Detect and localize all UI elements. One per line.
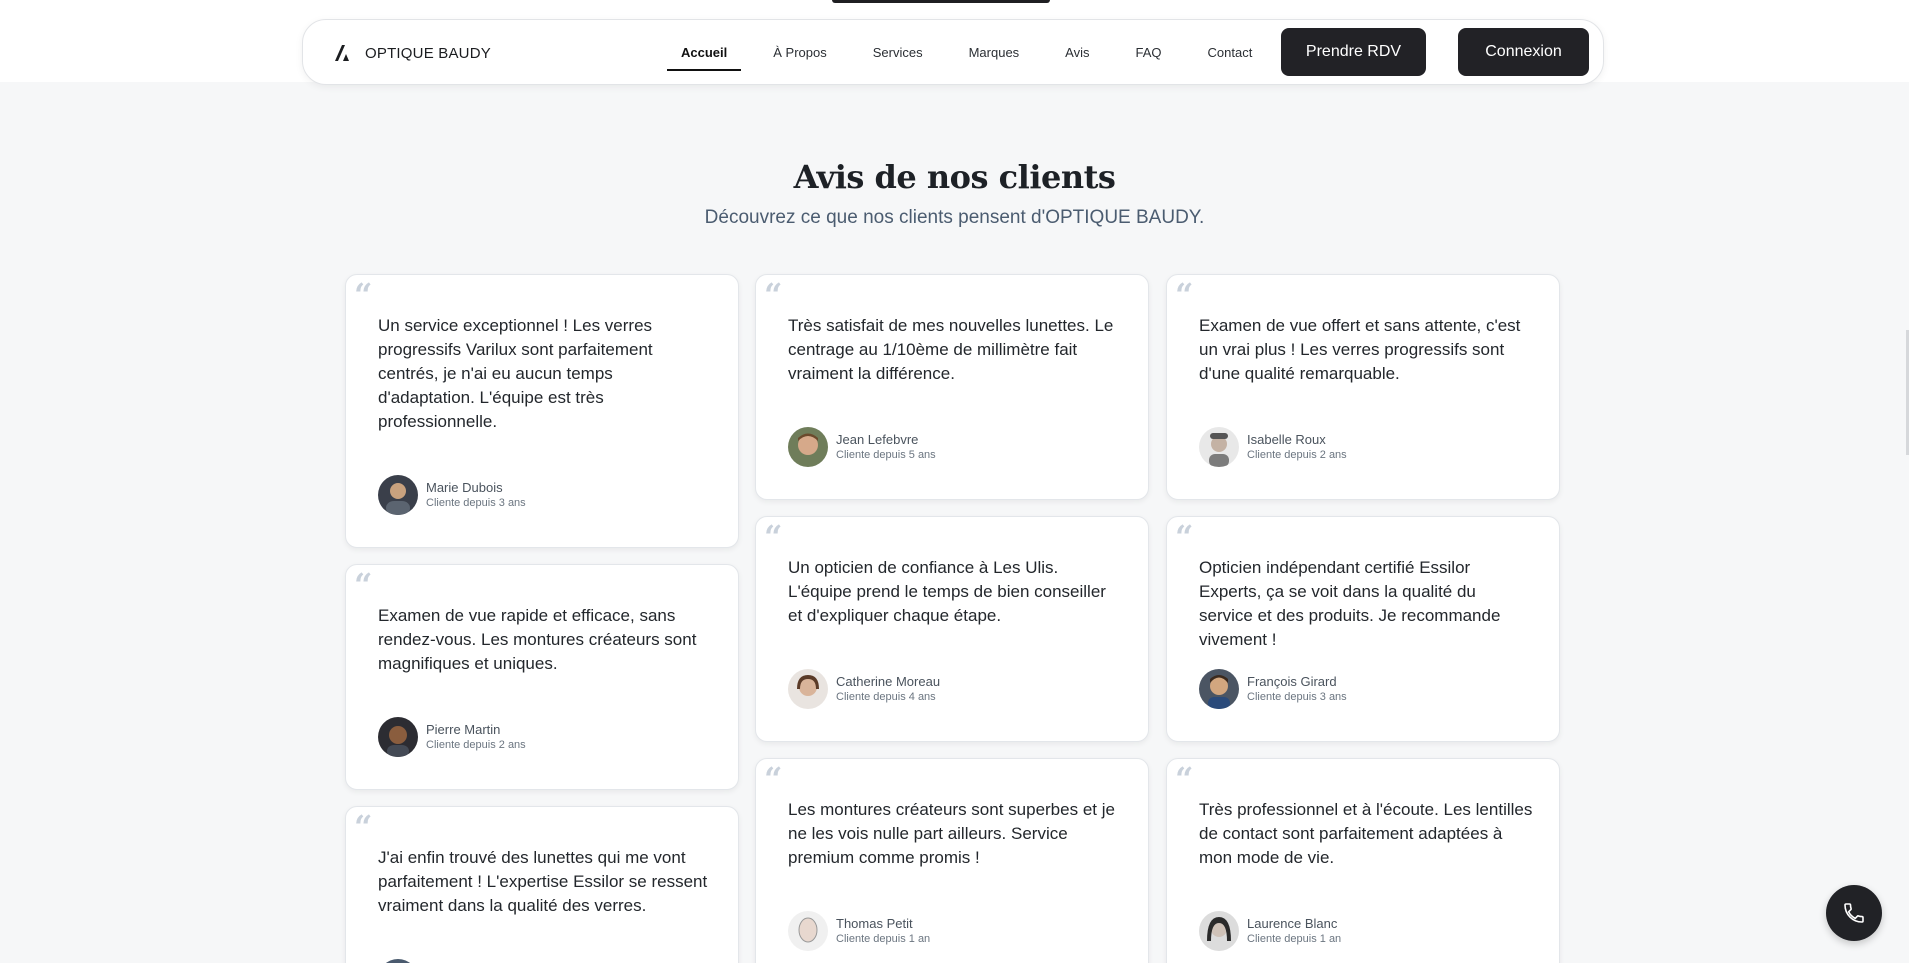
review-card: “ Les montures créateurs sont superbes e… bbox=[755, 758, 1149, 963]
quote-icon: “ bbox=[1175, 518, 1194, 556]
quote-icon: “ bbox=[354, 808, 373, 846]
author-since: Cliente depuis 3 ans bbox=[426, 496, 526, 509]
optique-logo-icon bbox=[335, 45, 349, 61]
nav-link-services[interactable]: Services bbox=[850, 20, 946, 86]
review-text: Un opticien de confiance à Les Ulis. L'é… bbox=[788, 558, 1106, 625]
review-card: “ Opticien indépendant certifié Essilor … bbox=[1166, 516, 1560, 742]
review-text: Les montures créateurs sont superbes et … bbox=[788, 800, 1115, 867]
review-text: Très professionnel et à l'écoute. Les le… bbox=[1199, 800, 1533, 867]
author-since: Cliente depuis 3 ans bbox=[1247, 690, 1347, 703]
avatar bbox=[1199, 427, 1239, 467]
avatar bbox=[378, 717, 418, 757]
section-subtitle: Découvrez ce que nos clients pensent d'O… bbox=[704, 207, 1205, 228]
author-since: Cliente depuis 2 ans bbox=[426, 738, 526, 751]
nav-link-avis[interactable]: Avis bbox=[1042, 20, 1112, 86]
review-author: François Girard Cliente depuis 3 ans bbox=[1199, 669, 1347, 709]
author-since: Cliente depuis 4 ans bbox=[836, 690, 936, 703]
review-author bbox=[378, 959, 418, 963]
author-name: Laurence Blanc bbox=[1247, 915, 1338, 931]
quote-icon: “ bbox=[1175, 760, 1194, 798]
call-button[interactable] bbox=[1826, 885, 1882, 941]
avatar bbox=[788, 911, 828, 951]
review-text: Un service exceptionnel ! Les verres pro… bbox=[378, 316, 653, 431]
author-name: Isabelle Roux bbox=[1247, 431, 1326, 447]
brand[interactable]: OPTIQUE BAUDY bbox=[333, 20, 491, 86]
book-appointment-button[interactable]: Prendre RDV bbox=[1281, 28, 1426, 76]
nav-link-marques[interactable]: Marques bbox=[946, 20, 1043, 86]
phone-icon bbox=[1844, 903, 1864, 923]
quote-icon: “ bbox=[1175, 276, 1194, 314]
author-name: Catherine Moreau bbox=[836, 673, 941, 689]
login-button[interactable]: Connexion bbox=[1458, 28, 1589, 76]
review-card: “ Examen de vue rapide et efficace, sans… bbox=[345, 564, 739, 790]
nav-link-faq[interactable]: FAQ bbox=[1113, 20, 1185, 86]
review-text: J'ai enfin trouvé des lunettes qui me vo… bbox=[378, 848, 708, 915]
author-name: François Girard bbox=[1247, 673, 1337, 689]
author-name: Thomas Petit bbox=[836, 915, 913, 931]
avatar bbox=[788, 669, 828, 709]
review-card: “ Très satisfait de mes nouvelles lunett… bbox=[755, 274, 1149, 500]
avatar bbox=[378, 959, 418, 963]
author-name: Jean Lefebvre bbox=[836, 431, 919, 447]
review-text: Examen de vue offert et sans attente, c'… bbox=[1199, 316, 1521, 383]
quote-icon: “ bbox=[764, 518, 783, 556]
review-card: “ J'ai enfin trouvé des lunettes qui me … bbox=[345, 806, 739, 963]
section-title: Avis de nos clients bbox=[793, 158, 1116, 196]
quote-icon: “ bbox=[764, 276, 783, 314]
review-author: Jean Lefebvre Cliente depuis 5 ans bbox=[788, 427, 936, 467]
review-author: Isabelle Roux Cliente depuis 2 ans bbox=[1199, 427, 1347, 467]
quote-icon: “ bbox=[764, 760, 783, 798]
review-card: “ Très professionnel et à l'écoute. Les … bbox=[1166, 758, 1560, 963]
author-name: Pierre Martin bbox=[426, 721, 501, 737]
review-author: Laurence Blanc Cliente depuis 1 an bbox=[1199, 911, 1341, 951]
avatar bbox=[1199, 911, 1239, 951]
avatar bbox=[1199, 669, 1239, 709]
quote-icon: “ bbox=[354, 566, 373, 604]
review-card: “ Un opticien de confiance à Les Ulis. L… bbox=[755, 516, 1149, 742]
author-since: Cliente depuis 2 ans bbox=[1247, 448, 1347, 461]
author-since: Cliente depuis 5 ans bbox=[836, 448, 936, 461]
nav-link-a-propos[interactable]: À Propos bbox=[750, 20, 849, 86]
review-card: “ Un service exceptionnel ! Les verres p… bbox=[345, 274, 739, 548]
review-text: Examen de vue rapide et efficace, sans r… bbox=[378, 606, 697, 673]
nav-links: Accueil À Propos Services Marques Avis F… bbox=[658, 20, 1275, 86]
quote-icon: “ bbox=[354, 276, 373, 314]
review-author: Catherine Moreau Cliente depuis 4 ans bbox=[788, 669, 940, 709]
avatar bbox=[788, 427, 828, 467]
review-author: Pierre Martin Cliente depuis 2 ans bbox=[378, 717, 526, 757]
avatar bbox=[378, 475, 418, 515]
review-text: Opticien indépendant certifié Essilor Ex… bbox=[1199, 558, 1501, 649]
brand-name: OPTIQUE BAUDY bbox=[365, 44, 491, 62]
review-author: Marie Dubois Cliente depuis 3 ans bbox=[378, 475, 526, 515]
review-card: “ Examen de vue offert et sans attente, … bbox=[1166, 274, 1560, 500]
review-author: Thomas Petit Cliente depuis 1 an bbox=[788, 911, 930, 951]
review-text: Très satisfait de mes nouvelles lunettes… bbox=[788, 316, 1114, 383]
top-dropdown-stub bbox=[832, 0, 1050, 3]
nav-link-accueil[interactable]: Accueil bbox=[658, 20, 750, 86]
author-since: Cliente depuis 1 an bbox=[1247, 932, 1342, 945]
nav-link-contact[interactable]: Contact bbox=[1185, 20, 1276, 86]
main-navbar: OPTIQUE BAUDY Accueil À Propos Services … bbox=[302, 19, 1604, 85]
author-since: Cliente depuis 1 an bbox=[836, 932, 931, 945]
author-name: Marie Dubois bbox=[426, 479, 503, 495]
